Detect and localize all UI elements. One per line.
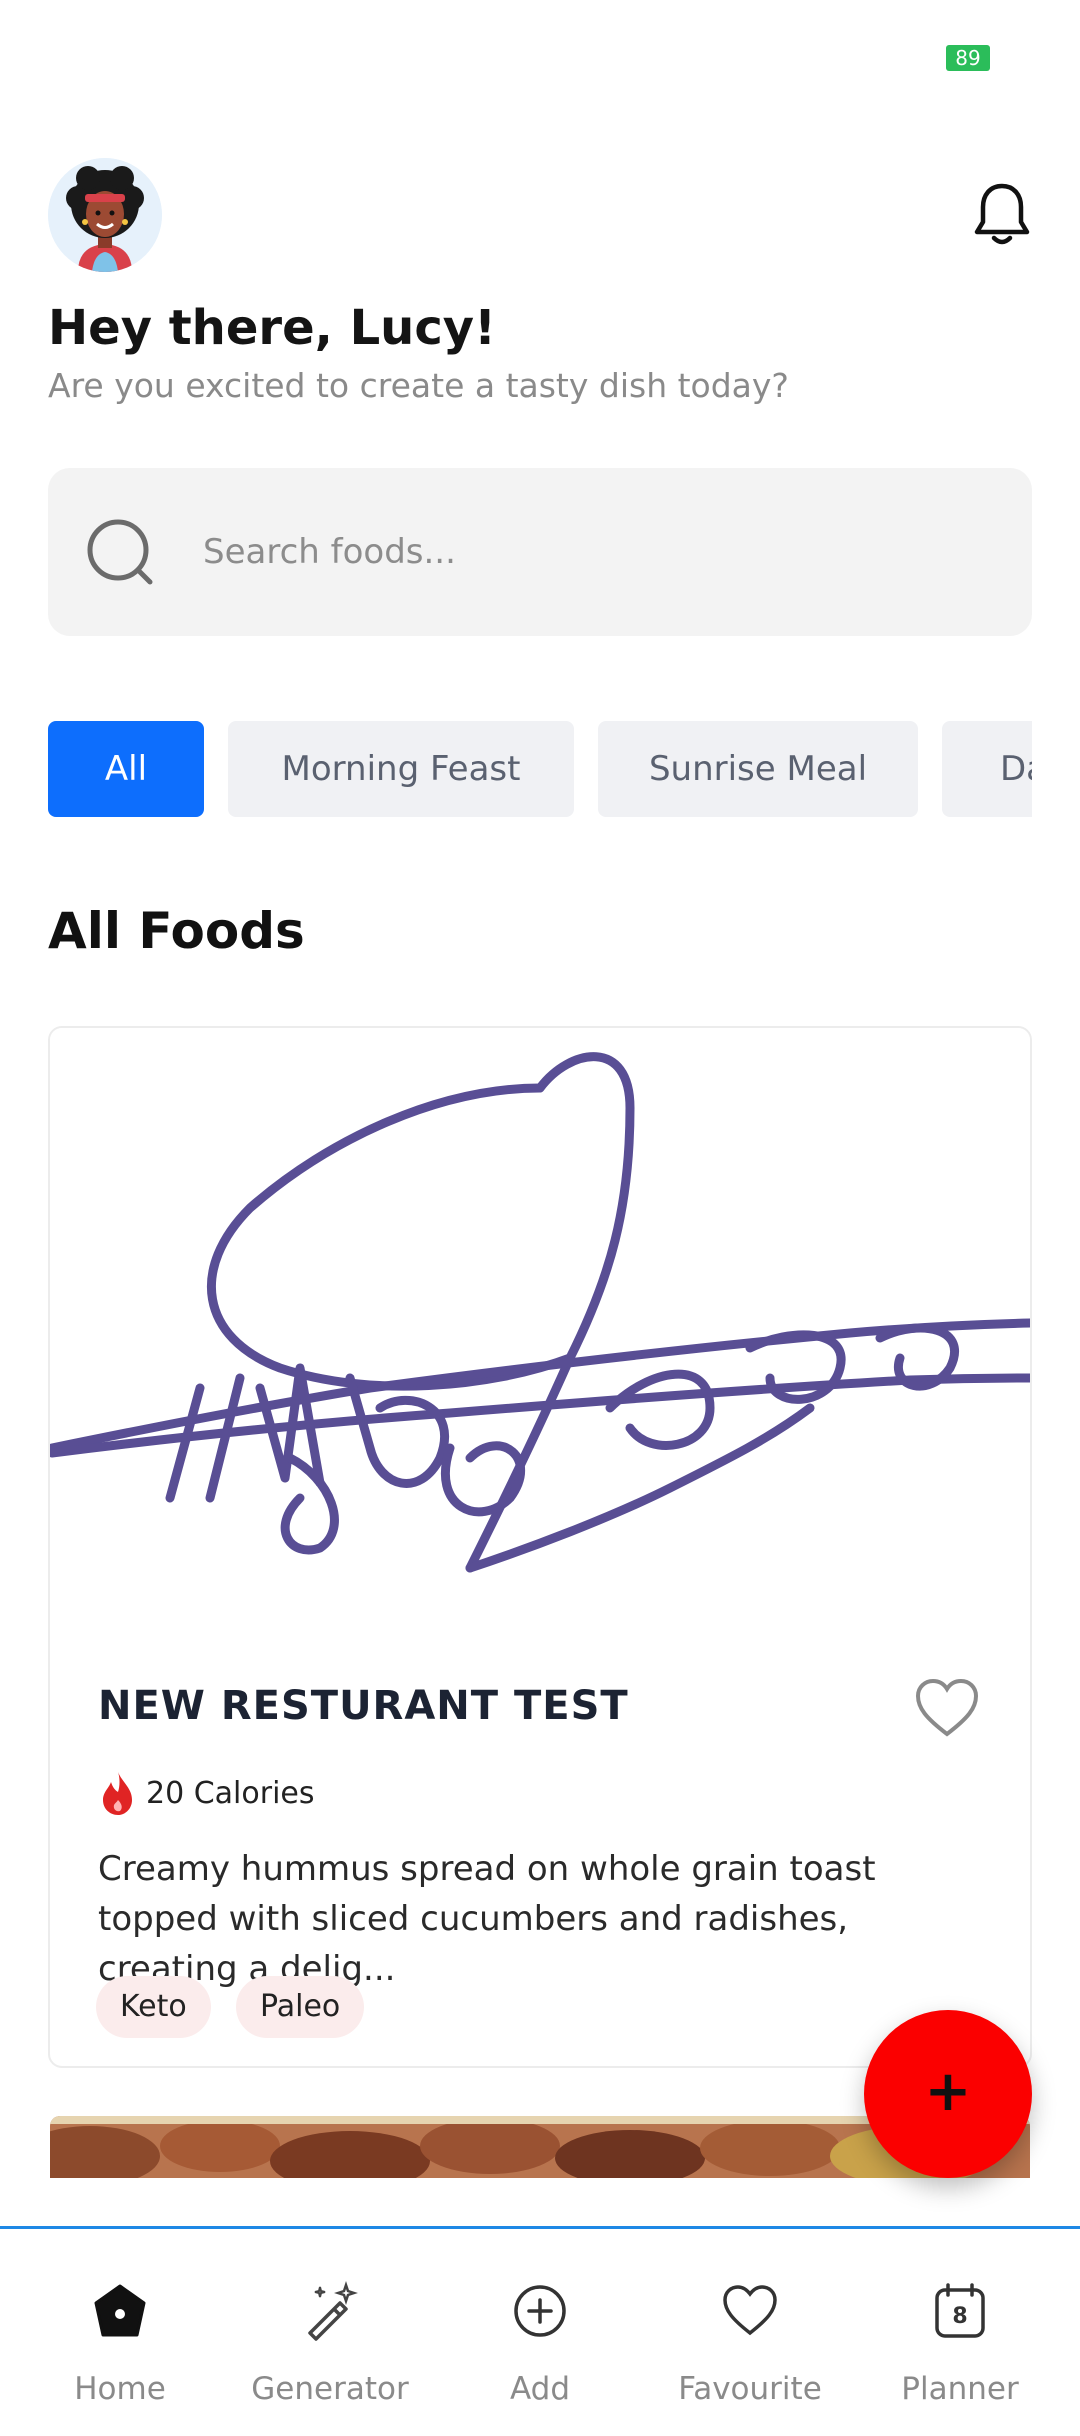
chip-all[interactable]: All xyxy=(48,721,204,817)
greeting-subtitle: Are you excited to create a tasty dish t… xyxy=(48,366,789,405)
bottom-nav: Home Generator Add Favourite 8 Planner xyxy=(0,2226,1080,2436)
search-icon xyxy=(87,519,153,585)
calendar-badge: 8 xyxy=(952,2304,967,2329)
notification-bell-icon[interactable] xyxy=(970,180,1034,250)
nav-favourite-label: Favourite xyxy=(678,2371,822,2407)
nav-planner[interactable]: 8 Planner xyxy=(855,2229,1065,2436)
nav-generator[interactable]: Generator xyxy=(225,2229,435,2436)
search-input[interactable] xyxy=(203,468,1003,636)
calories-row: 20 Calories xyxy=(98,1768,315,1818)
signature-scribble-image xyxy=(50,1028,1030,1608)
add-fab-button[interactable]: + xyxy=(864,2010,1032,2178)
chip-morning-feast[interactable]: Morning Feast xyxy=(228,721,574,817)
nav-add-label: Add xyxy=(509,2371,571,2407)
avatar[interactable] xyxy=(48,158,162,272)
nav-add[interactable]: Add xyxy=(435,2229,645,2436)
nav-home[interactable]: Home xyxy=(15,2229,225,2436)
nav-home-label: Home xyxy=(74,2371,166,2407)
calories-label: 20 Calories xyxy=(146,1775,315,1811)
tag-paleo[interactable]: Paleo xyxy=(236,1976,365,2038)
section-title: All Foods xyxy=(48,902,305,960)
home-icon xyxy=(94,2284,146,2337)
status-bar: 89 xyxy=(0,0,1080,110)
chip-sunrise-meal[interactable]: Sunrise Meal xyxy=(598,721,918,817)
category-chips: All Morning Feast Sunrise Meal Da xyxy=(48,721,1032,817)
tag-keto[interactable]: Keto xyxy=(96,1976,211,2038)
food-description: Creamy hummus spread on whole grain toas… xyxy=(98,1849,876,1989)
chip-partial[interactable]: Da xyxy=(942,721,1032,817)
favourite-heart-icon[interactable] xyxy=(914,1678,980,1738)
nav-favourite[interactable]: Favourite xyxy=(645,2229,855,2436)
greeting-title: Hey there, Lucy! xyxy=(48,300,496,356)
food-image xyxy=(50,1028,1030,1608)
avatar-illustration xyxy=(48,158,162,272)
nav-generator-label: Generator xyxy=(251,2371,409,2407)
add-circle-icon xyxy=(514,2285,566,2337)
battery-indicator: 89 xyxy=(946,45,990,71)
nav-planner-label: Planner xyxy=(901,2371,1019,2407)
calendar-icon: 8 xyxy=(935,2283,985,2338)
heart-icon xyxy=(723,2285,777,2336)
food-title: NEW RESTURANT TEST xyxy=(98,1683,629,1729)
flame-icon xyxy=(103,1772,132,1815)
search-bar[interactable] xyxy=(48,468,1032,636)
food-card[interactable]: NEW RESTURANT TEST 20 Calories Creamy hu… xyxy=(48,1026,1032,2068)
magic-wand-icon xyxy=(308,2281,358,2341)
